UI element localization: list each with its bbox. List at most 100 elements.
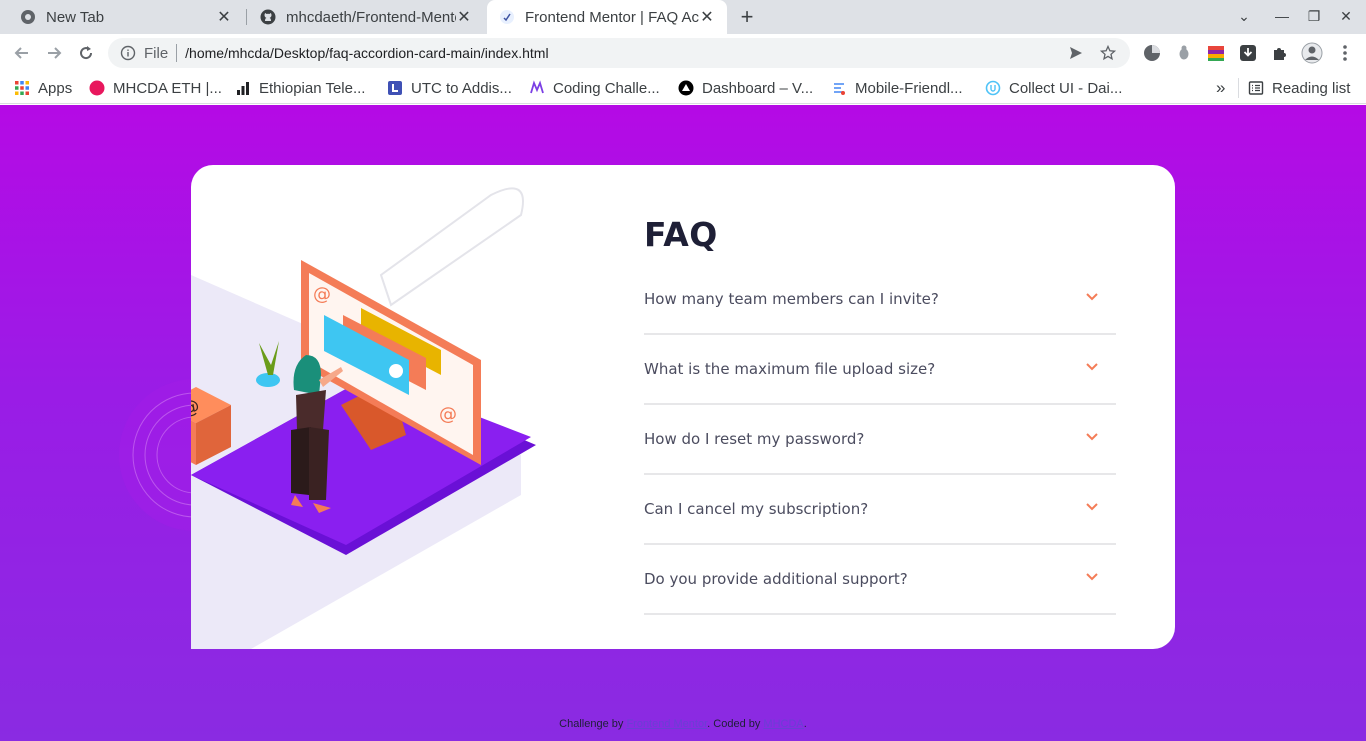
tab-separator [246, 9, 247, 25]
tab-strip: New Tab ✕ mhcdaeth/Frontend-Mentor ✕ Fro… [0, 0, 1366, 34]
reload-button[interactable] [74, 41, 98, 65]
bookmark-mobile-friendly[interactable]: Mobile-Friendl... [831, 78, 963, 98]
plus-icon: + [740, 4, 754, 29]
bookmark-apps[interactable]: Apps [14, 78, 72, 98]
maximize-icon[interactable]: ❐ [1304, 8, 1324, 25]
back-button[interactable] [10, 41, 34, 65]
bookmark-ethiopian-tele[interactable]: Ethiopian Tele... [235, 78, 365, 98]
collect-ui-icon [985, 80, 1001, 96]
faq-question: How many team members can I invite? [644, 290, 939, 308]
minimize-icon[interactable]: — [1272, 8, 1292, 24]
faq-card: @ @ @ FAQ How many team members can I in… [191, 165, 1175, 649]
tab-faq[interactable]: Frontend Mentor | FAQ Accordion ✕ [487, 0, 727, 34]
bookmark-label: MHCDA ETH |... [113, 79, 222, 97]
bookmark-utc-addis[interactable]: UTC to Addis... [387, 78, 512, 98]
tab-search-icon[interactable]: ⌄ [1234, 8, 1254, 25]
tab-github[interactable]: mhcdaeth/Frontend-Mentor ✕ [248, 0, 484, 34]
reading-list-icon [1248, 81, 1264, 95]
forward-button[interactable] [42, 41, 66, 65]
chevron-down-icon [1086, 573, 1098, 581]
attribution-prefix: Challenge by [559, 718, 627, 730]
faq-item[interactable]: What is the maximum file upload size? [644, 335, 1116, 405]
bars-icon [237, 82, 249, 95]
vercel-icon [678, 80, 694, 96]
bookmark-label: Mobile-Friendl... [855, 79, 963, 97]
coding-icon [530, 80, 544, 94]
faq-list: How many team members can I invite? What… [644, 265, 1116, 615]
faq-question: Do you provide additional support? [644, 570, 908, 588]
profile-avatar-icon[interactable] [1301, 42, 1323, 64]
attribution-suffix: . [803, 718, 807, 730]
address-bar[interactable]: File /home/mhcda/Desktop/faq-accordion-c… [108, 38, 1130, 68]
page-background: @ @ @ FAQ How many team members can I in… [0, 105, 1366, 741]
tab-title: New Tab [46, 8, 105, 26]
faq-item[interactable]: Do you provide additional support? [644, 545, 1116, 615]
bookmark-mhcda[interactable]: MHCDA ETH |... [89, 78, 222, 98]
chrome-icon [21, 10, 35, 24]
tab-title: Frontend Mentor | FAQ Accordion [525, 8, 699, 26]
svg-text:@: @ [439, 404, 457, 425]
extension-download-icon[interactable] [1239, 44, 1257, 62]
divider [1238, 78, 1239, 98]
chevron-down-icon [1086, 363, 1098, 371]
github-icon [260, 9, 276, 25]
chevron-double-right-icon: » [1216, 78, 1226, 97]
bookmark-dashboard-vercel[interactable]: Dashboard – V... [678, 78, 813, 98]
bookmark-label: UTC to Addis... [411, 79, 512, 97]
faq-item[interactable]: How do I reset my password? [644, 405, 1116, 475]
extension-pie-icon[interactable] [1143, 44, 1161, 62]
bookmarks-bar: Apps MHCDA ETH |... Ethiopian Tele... UT… [0, 72, 1366, 104]
bookmark-label: Apps [38, 79, 73, 97]
faq-question: What is the maximum file upload size? [644, 360, 936, 378]
faq-question: Can I cancel my subscription? [644, 500, 869, 518]
dot-icon [89, 80, 105, 96]
bookmark-label: Ethiopian Tele... [259, 79, 366, 97]
bookmarks-overflow-button[interactable]: » [1216, 78, 1225, 98]
back-arrow-icon [14, 47, 28, 59]
bookmark-collect-ui[interactable]: Collect UI - Dai... [985, 78, 1122, 98]
window-close-icon[interactable]: ✕ [1336, 8, 1356, 25]
url-text[interactable]: /home/mhcda/Desktop/faq-accordion-card-m… [185, 45, 1066, 61]
close-icon[interactable]: ✕ [216, 9, 232, 26]
svg-text:@: @ [191, 396, 201, 420]
bookmark-coding-challenges[interactable]: Coding Challe... [529, 78, 660, 98]
info-icon[interactable] [120, 45, 136, 61]
attribution: Challenge by Frontend Mentor. Coded by M… [0, 718, 1366, 730]
scheme-label: File [144, 44, 169, 62]
divider [176, 44, 178, 62]
bookmark-label: Coding Challe... [553, 79, 660, 97]
chevron-down-icon [1086, 503, 1098, 511]
extensions-puzzle-icon[interactable] [1271, 44, 1289, 62]
chevron-down-icon [1086, 433, 1098, 441]
clock-icon [388, 81, 402, 95]
kebab-menu-icon [1343, 45, 1347, 61]
faq-item[interactable]: Can I cancel my subscription? [644, 475, 1116, 545]
bookmark-label: Collect UI - Dai... [1009, 79, 1123, 97]
new-tab-button[interactable]: + [735, 4, 759, 29]
mobile-icon [834, 83, 845, 95]
frontend-mentor-icon [500, 10, 514, 24]
faq-question: How do I reset my password? [644, 430, 865, 448]
send-icon[interactable] [1066, 43, 1086, 63]
bookmark-star-icon[interactable] [1098, 43, 1118, 63]
tab-new-tab[interactable]: New Tab ✕ [8, 0, 244, 34]
bookmark-label: Reading list [1272, 79, 1351, 97]
frontend-mentor-link[interactable]: Frontend Mentor [626, 718, 707, 730]
apps-grid-icon [15, 81, 29, 95]
close-icon[interactable]: ✕ [456, 9, 472, 26]
author-link[interactable]: MHCDA [763, 718, 803, 730]
reading-list-button[interactable]: Reading list [1248, 78, 1350, 98]
chevron-down-icon [1086, 293, 1098, 301]
faq-title: FAQ [644, 215, 718, 254]
extension-color-icon[interactable] [1207, 44, 1225, 62]
extension-bug-icon[interactable] [1175, 44, 1193, 62]
forward-arrow-icon [48, 47, 62, 59]
tab-title: mhcdaeth/Frontend-Mentor [286, 8, 456, 26]
reload-icon [80, 46, 93, 60]
close-icon[interactable]: ✕ [699, 9, 715, 26]
bookmark-label: Dashboard – V... [702, 79, 814, 97]
faq-item[interactable]: How many team members can I invite? [644, 265, 1116, 335]
menu-button[interactable] [1333, 41, 1357, 65]
browser-toolbar: File /home/mhcda/Desktop/faq-accordion-c… [0, 34, 1366, 72]
svg-text:@: @ [313, 284, 331, 305]
